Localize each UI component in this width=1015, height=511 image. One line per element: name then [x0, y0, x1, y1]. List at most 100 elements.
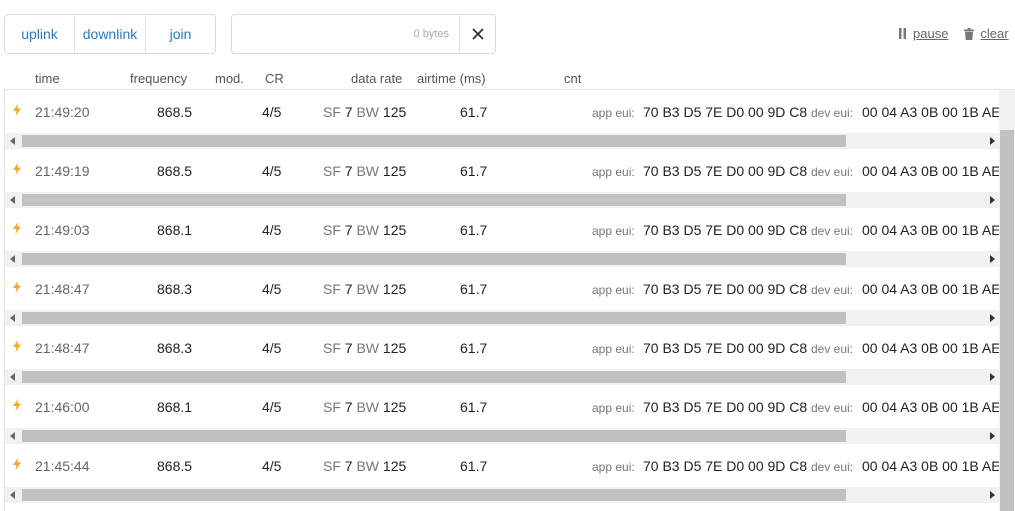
message-row[interactable]: 21:49:20 868.5 4/5 SF 7 BW 125 61.7 app … [5, 90, 1001, 149]
dev-eui-label: dev eui: [811, 460, 854, 474]
row-scrollbar-thumb[interactable] [22, 194, 846, 206]
row-horizontal-scrollbar[interactable] [5, 487, 1000, 503]
app-eui-label: app eui: [592, 460, 635, 474]
message-data-rate: SF 7 BW 125 [323, 104, 406, 120]
row-horizontal-scrollbar[interactable] [5, 369, 1000, 385]
row-scrollbar-thumb[interactable] [22, 430, 846, 442]
data-rate-value: 7 [344, 340, 353, 356]
clear-search-button[interactable] [459, 15, 495, 53]
uplink-bolt-icon [13, 339, 21, 355]
message-airtime: 61.7 [460, 340, 488, 356]
scroll-right-arrow-icon[interactable] [984, 192, 1000, 208]
message-airtime: 61.7 [460, 281, 488, 297]
message-row[interactable]: 21:46:00 868.1 4/5 SF 7 BW 125 61.7 app … [5, 385, 1001, 444]
message-coding-rate: 4/5 [262, 340, 282, 356]
message-coding-rate: 4/5 [262, 458, 282, 474]
dev-eui-label: dev eui: [811, 165, 854, 179]
scroll-left-arrow-icon[interactable] [5, 428, 21, 444]
data-rate-value: 7 [344, 104, 353, 120]
row-scrollbar-thumb[interactable] [22, 371, 846, 383]
scroll-left-arrow-icon[interactable] [5, 487, 21, 503]
data-rate-unit-label: SF [323, 281, 341, 297]
pause-icon [899, 28, 906, 39]
message-airtime: 61.7 [460, 222, 488, 238]
scroll-right-arrow-icon[interactable] [984, 133, 1000, 149]
data-rate-value: 125 [382, 340, 407, 356]
message-data-rate: SF 7 BW 125 [323, 399, 406, 415]
message-row[interactable]: 21:48:47 868.3 4/5 SF 7 BW 125 61.7 app … [5, 326, 1001, 385]
message-airtime: 61.7 [460, 458, 488, 474]
scroll-left-arrow-icon[interactable] [5, 369, 21, 385]
join-filter-button[interactable]: join [146, 15, 215, 53]
message-frequency: 868.5 [157, 163, 193, 179]
row-scrollbar-thumb[interactable] [22, 312, 846, 324]
row-scrollbar-thumb[interactable] [22, 253, 846, 265]
scroll-left-arrow-icon[interactable] [5, 192, 21, 208]
data-rate-unit-label: BW [356, 458, 380, 474]
message-frequency: 868.5 [157, 458, 193, 474]
row-horizontal-scrollbar[interactable] [5, 251, 1000, 267]
scroll-right-arrow-icon[interactable] [984, 369, 1000, 385]
data-rate-value: 125 [382, 104, 407, 120]
message-frequency: 868.3 [157, 340, 193, 356]
message-time: 21:49:20 [35, 104, 90, 120]
row-scrollbar-thumb[interactable] [22, 489, 846, 501]
row-horizontal-scrollbar[interactable] [5, 428, 1000, 444]
dev-eui-label: dev eui: [811, 224, 854, 238]
app-eui-value: 70 B3 D5 7E D0 00 9D C8 [643, 222, 808, 238]
column-cnt: cnt [564, 71, 582, 86]
row-horizontal-scrollbar[interactable] [5, 310, 1000, 326]
downlink-filter-button[interactable]: downlink [75, 15, 146, 53]
scroll-right-arrow-icon[interactable] [984, 487, 1000, 503]
message-time: 21:48:47 [35, 340, 90, 356]
uplink-filter-button[interactable]: uplink [5, 15, 75, 53]
pause-button[interactable]: pause [898, 26, 948, 41]
app-eui-label: app eui: [592, 165, 635, 179]
scroll-right-arrow-icon[interactable] [984, 428, 1000, 444]
message-coding-rate: 4/5 [262, 104, 282, 120]
message-row[interactable]: 21:48:47 868.3 4/5 SF 7 BW 125 61.7 app … [5, 267, 1001, 326]
column-modulation: mod. [215, 71, 244, 86]
scroll-right-arrow-icon[interactable] [984, 251, 1000, 267]
row-horizontal-scrollbar[interactable] [5, 133, 1000, 149]
message-data-rate: SF 7 BW 125 [323, 222, 406, 238]
message-type-filter: uplink downlink join [4, 14, 216, 54]
app-eui-value: 70 B3 D5 7E D0 00 9D C8 [643, 340, 808, 356]
vertical-scrollbar-thumb[interactable] [1000, 130, 1014, 511]
message-data-rate: SF 7 BW 125 [323, 281, 406, 297]
clear-button[interactable]: clear [964, 26, 1009, 41]
scroll-left-arrow-icon[interactable] [5, 251, 21, 267]
row-horizontal-scrollbar[interactable] [5, 192, 1000, 208]
scroll-left-arrow-icon[interactable] [5, 133, 21, 149]
dev-eui-value: 00 04 A3 0B 00 1B AE [862, 281, 1001, 297]
row-scrollbar-thumb[interactable] [22, 135, 846, 147]
uplink-bolt-icon [13, 280, 21, 296]
message-time: 21:45:44 [35, 458, 90, 474]
message-time: 21:46:00 [35, 399, 90, 415]
message-airtime: 61.7 [460, 163, 488, 179]
message-data-rate: SF 7 BW 125 [323, 163, 406, 179]
data-rate-unit-label: SF [323, 340, 341, 356]
data-rate-unit-label: BW [356, 104, 380, 120]
column-time: time [35, 71, 60, 86]
scroll-left-arrow-icon[interactable] [5, 310, 21, 326]
feed-actions: pause clear [898, 26, 1009, 41]
vertical-scrollbar[interactable] [999, 90, 1015, 511]
message-row[interactable]: 21:45:44 868.5 4/5 SF 7 BW 125 61.7 app … [5, 444, 1001, 503]
dev-eui-value: 00 04 A3 0B 00 1B AE [862, 399, 1001, 415]
message-row[interactable]: 21:49:19 868.5 4/5 SF 7 BW 125 61.7 app … [5, 149, 1001, 208]
data-rate-unit-label: BW [356, 163, 380, 179]
message-frequency: 868.1 [157, 222, 193, 238]
message-row[interactable]: 21:49:03 868.1 4/5 SF 7 BW 125 61.7 app … [5, 208, 1001, 267]
message-frequency: 868.3 [157, 281, 193, 297]
app-eui-value: 70 B3 D5 7E D0 00 9D C8 [643, 399, 808, 415]
message-data-rate: SF 7 BW 125 [323, 340, 406, 356]
scroll-right-arrow-icon[interactable] [984, 310, 1000, 326]
uplink-bolt-icon [13, 398, 21, 414]
traffic-feed: 21:49:20 868.5 4/5 SF 7 BW 125 61.7 app … [4, 89, 1015, 511]
data-rate-value: 125 [382, 222, 407, 238]
uplink-bolt-icon [13, 162, 21, 178]
byte-count: 0 bytes [413, 28, 449, 40]
message-airtime: 61.7 [460, 399, 488, 415]
uplink-bolt-icon [13, 103, 21, 119]
